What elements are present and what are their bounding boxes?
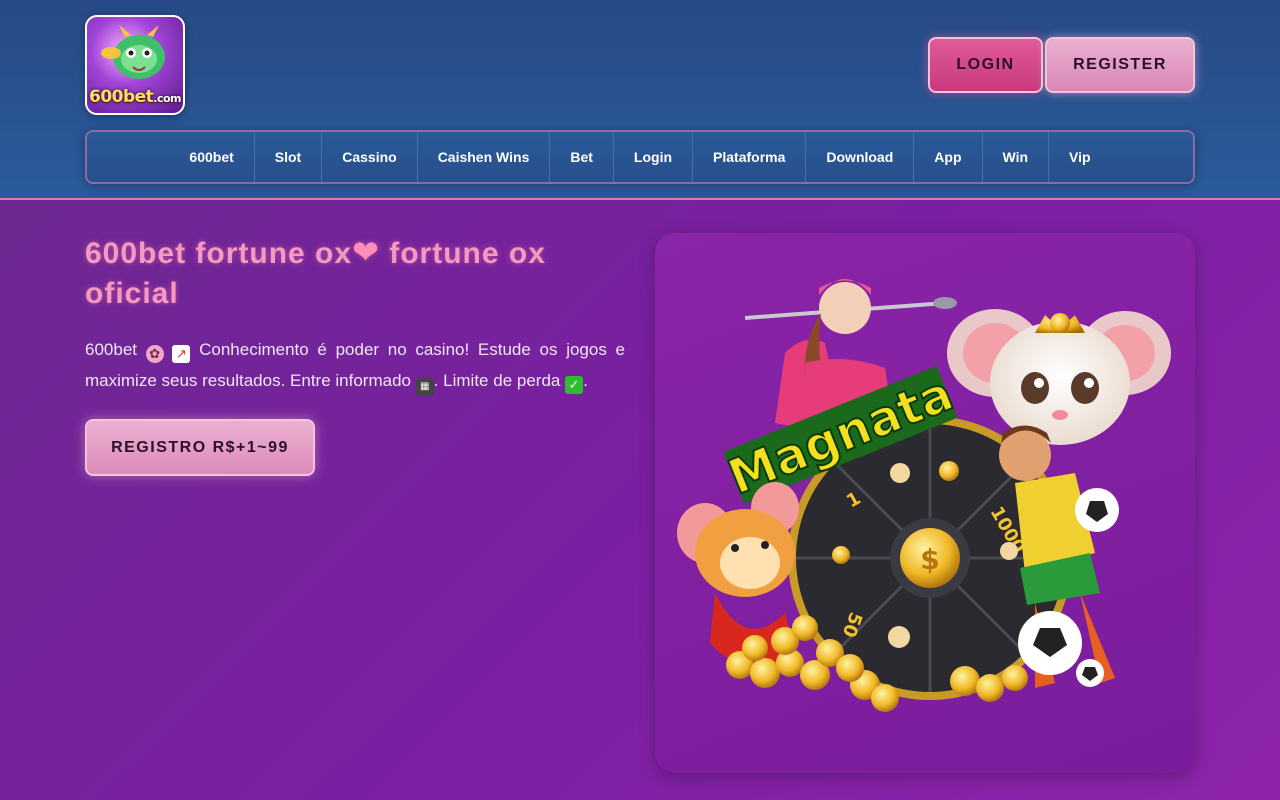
mouse-character (947, 309, 1171, 445)
heart-icon: ❤ (352, 234, 380, 270)
site-header: 600bet.com LOGIN REGISTER 600bet Slot Ca… (0, 0, 1280, 200)
nav-item-login[interactable]: Login (614, 132, 694, 182)
register-cta-button[interactable]: REGISTRO R$+1~99 (85, 419, 315, 476)
nav-item-cassino[interactable]: Cassino (322, 132, 418, 182)
nav-item-slot[interactable]: Slot (255, 132, 323, 182)
dragon-icon (101, 25, 165, 79)
nav-item-vip[interactable]: Vip (1049, 132, 1111, 182)
svg-text:$: $ (920, 543, 939, 576)
nav-item-600bet[interactable]: 600bet (169, 132, 255, 182)
brain-icon: ✿ (145, 345, 164, 363)
nav-item-app[interactable]: App (914, 132, 983, 182)
promo-image[interactable]: $ 1000 50 1 Magnata (655, 233, 1195, 773)
nav-item-download[interactable]: Download (806, 132, 915, 182)
title-part-1: 600bet fortune ox (85, 237, 353, 270)
main-nav: 600bet Slot Cassino Caishen Wins Bet Log… (85, 130, 1195, 184)
site-logo[interactable]: 600bet.com (85, 15, 185, 115)
desc-brand: 600bet (85, 340, 137, 359)
register-button[interactable]: REGISTER (1045, 37, 1195, 93)
clapper-icon: ▦ (415, 378, 434, 396)
nav-item-win[interactable]: Win (983, 132, 1050, 182)
promo-illustration: $ 1000 50 1 Magnata (677, 279, 1171, 712)
login-button[interactable]: LOGIN (928, 37, 1043, 93)
page-title: 600bet fortune ox❤ fortune ox oficial (85, 232, 625, 314)
desc-end: . (583, 371, 588, 390)
check-mark-icon: ✓ (565, 376, 584, 394)
hero-description: 600bet ✿ ↗ Conhecimento é poder no casin… (85, 334, 625, 396)
nav-item-caishen-wins[interactable]: Caishen Wins (418, 132, 551, 182)
logo-text: 600bet.com (88, 87, 182, 107)
nav-item-plataforma[interactable]: Plataforma (693, 132, 807, 182)
chart-increasing-icon: ↗ (172, 345, 191, 363)
nav-item-bet[interactable]: Bet (550, 132, 614, 182)
desc-limit: . Limite de perda (433, 371, 561, 390)
